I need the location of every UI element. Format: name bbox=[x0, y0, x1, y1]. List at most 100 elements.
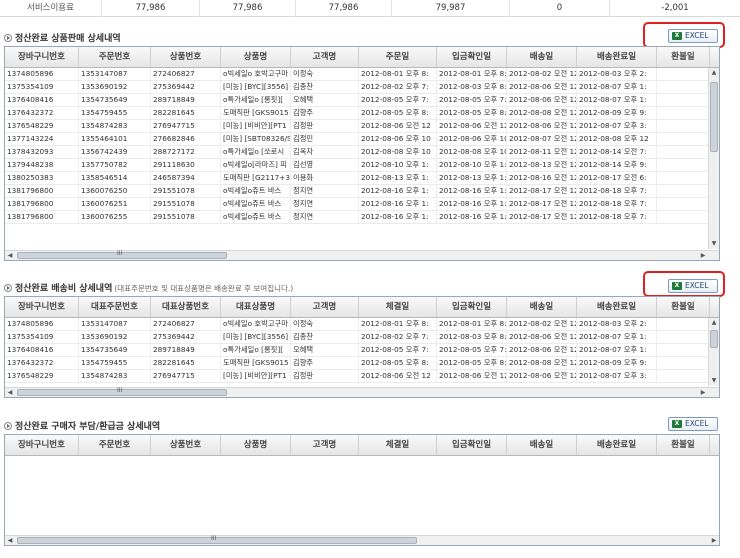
table-row[interactable]: 1376408416 1354735649 289718849 o특가세일o [롱핏]… bbox=[5, 94, 719, 107]
table-cell bbox=[657, 146, 710, 158]
scroll-left-icon[interactable]: ◀ bbox=[5, 251, 15, 260]
table-cell: 1375354109 bbox=[5, 331, 79, 343]
column-header[interactable]: 대표주문번호 bbox=[79, 297, 151, 317]
column-header[interactable]: 주문번호 bbox=[79, 47, 151, 67]
table-cell: 2012-08-01 오후 8: bbox=[359, 68, 437, 80]
scroll-thumb[interactable] bbox=[710, 330, 718, 348]
column-header[interactable]: 배송일 bbox=[507, 435, 577, 455]
table-row[interactable]: 1377143224 1355464101 276682846 [미농] [SBT08… bbox=[5, 133, 719, 146]
section-note: (대표주문번호 및 대표상품명은 배송완료 후 보여집니다.) bbox=[114, 284, 294, 293]
table-row[interactable]: 1376408416 1354735649 289718849 o특가세일o [롱핏]… bbox=[5, 344, 719, 357]
column-header[interactable]: 입금확인일 bbox=[437, 435, 507, 455]
horizontal-scrollbar[interactable]: ◀ III ▶ bbox=[5, 250, 719, 260]
summary-value: 79,987 bbox=[392, 0, 510, 17]
table-row[interactable]: 1374805896 1353147087 272406827 o빅세일o 호박고구마… bbox=[5, 68, 719, 81]
scroll-left-icon[interactable]: ◀ bbox=[5, 388, 15, 397]
scroll-right-icon[interactable]: ▶ bbox=[709, 536, 719, 545]
table-cell: 2012-08-18 오후 7: bbox=[577, 211, 657, 223]
table-cell: 276682846 bbox=[151, 133, 221, 145]
column-header[interactable]: 입금확인일 bbox=[437, 47, 507, 67]
scroll-thumb[interactable] bbox=[710, 82, 718, 152]
column-header[interactable]: 장바구니번호 bbox=[5, 297, 79, 317]
table-row[interactable]: 1381796800 1360076251 291551078 o빅세일o쥬트 바스 정… bbox=[5, 198, 719, 211]
table-row[interactable]: 1379448238 1357750782 291118630 o빅세일o[라마즈] … bbox=[5, 159, 719, 172]
highlight-box bbox=[643, 271, 725, 297]
table-cell: 2012-08-03 오후 8: bbox=[439, 81, 507, 93]
table-row[interactable]: 1381796800 1360076250 291551078 o빅세일o쥬트 바스 정… bbox=[5, 185, 719, 198]
table-cell: 2012-08-13 오후 1: bbox=[359, 172, 437, 184]
table-cell bbox=[657, 370, 710, 382]
table-cell: 1353147087 bbox=[79, 318, 151, 330]
horizontal-scrollbar[interactable]: ◀ III ▶ bbox=[5, 387, 719, 397]
scroll-right-icon[interactable]: ▶ bbox=[698, 388, 708, 397]
horizontal-scrollbar[interactable]: ◀ III ▶ bbox=[5, 535, 719, 545]
table-cell: 2012-08-05 오후 8: bbox=[439, 107, 507, 119]
table-row[interactable]: 1378432093 1356742439 288727172 o특가세일o [쏘로시… bbox=[5, 146, 719, 159]
table-row[interactable]: 1376548229 1354874283 276947715 [미농] [비비안][… bbox=[5, 370, 719, 383]
table-cell bbox=[657, 318, 710, 330]
table-cell: 1376408416 bbox=[5, 344, 79, 356]
column-header[interactable]: 배송일 bbox=[507, 297, 577, 317]
column-header[interactable]: 고객명 bbox=[291, 297, 359, 317]
column-header[interactable]: 환불일 bbox=[657, 297, 710, 317]
column-header[interactable]: 주문번호 bbox=[79, 435, 151, 455]
table-row[interactable]: 1376432372 1354759455 282281645 도매직판 [GKS90… bbox=[5, 107, 719, 120]
column-header[interactable]: 배송완료일 bbox=[577, 47, 657, 67]
table-cell bbox=[657, 344, 710, 356]
column-header[interactable]: 대표상품명 bbox=[221, 297, 291, 317]
table-row[interactable]: 1376432372 1354759455 282281645 도매직판 [GKS90… bbox=[5, 357, 719, 370]
table-cell: 2012-08-03 오후 2: bbox=[577, 68, 657, 80]
grip-icon: III bbox=[211, 535, 217, 542]
section-title-text: 정산완료 배송비 상세내역 bbox=[15, 284, 113, 294]
column-header[interactable]: 체결일 bbox=[359, 297, 437, 317]
scroll-up-icon[interactable]: ▲ bbox=[709, 318, 719, 328]
table-cell bbox=[657, 81, 710, 93]
scroll-down-icon[interactable]: ▼ bbox=[709, 376, 719, 386]
table-cell: 2012-08-08 오전 12 bbox=[509, 357, 577, 369]
column-header[interactable]: 대표상품번호 bbox=[151, 297, 221, 317]
column-header[interactable]: 고객명 bbox=[291, 435, 359, 455]
table-cell bbox=[657, 120, 710, 132]
vertical-scrollbar[interactable]: ▲ ▼ bbox=[708, 318, 719, 386]
column-header[interactable]: 상품명 bbox=[221, 435, 291, 455]
table-row[interactable]: 1375354109 1353690192 275369442 [미농] [BYC][… bbox=[5, 331, 719, 344]
column-header[interactable]: 상품명 bbox=[221, 47, 291, 67]
column-header[interactable]: 입금확인일 bbox=[437, 297, 507, 317]
column-header[interactable]: 배송일 bbox=[507, 47, 577, 67]
table-cell: o빅세일o 호박고구마 bbox=[221, 68, 291, 80]
column-header[interactable]: 배송완료일 bbox=[577, 297, 657, 317]
column-header[interactable]: 상품번호 bbox=[151, 435, 221, 455]
table-row[interactable]: 1376548229 1354874283 276947715 [미농] [비비안][… bbox=[5, 120, 719, 133]
column-header[interactable]: 고객명 bbox=[291, 47, 359, 67]
table-row[interactable]: 1381796800 1360076255 291551078 o빅세일o쥬트 바스 정… bbox=[5, 211, 719, 224]
table-row[interactable]: 1374805896 1353147087 272406827 o빅세일o 호박고구마… bbox=[5, 318, 719, 331]
table-cell: 이정숙 bbox=[291, 68, 359, 80]
scroll-thumb[interactable] bbox=[17, 537, 417, 544]
table-row[interactable]: 1375354109 1353690192 275369442 [미농] [BYC][… bbox=[5, 81, 719, 94]
column-header[interactable]: 장바구니번호 bbox=[5, 47, 79, 67]
column-header[interactable]: 배송완료일 bbox=[577, 435, 657, 455]
scroll-left-icon[interactable]: ◀ bbox=[5, 536, 15, 545]
column-header[interactable]: 장바구니번호 bbox=[5, 435, 79, 455]
table-cell bbox=[657, 68, 710, 80]
column-header[interactable]: 환불일 bbox=[657, 435, 710, 455]
vertical-scrollbar[interactable]: ▲ ▼ bbox=[708, 68, 719, 249]
table-cell: 2012-08-06 오전 12 bbox=[509, 120, 577, 132]
table-row[interactable]: 1380250383 1358546514 246587394 도매직판 [G2117… bbox=[5, 172, 719, 185]
table-cell: 2012-08-08 오후 10 bbox=[439, 146, 507, 158]
table-cell bbox=[657, 107, 710, 119]
table-cell: 2012-08-03 오후 2: bbox=[577, 318, 657, 330]
column-header[interactable]: 환불일 bbox=[657, 47, 710, 67]
column-header[interactable]: 주문일 bbox=[359, 47, 437, 67]
table-cell: 272406827 bbox=[151, 68, 221, 80]
column-header[interactable]: 체결일 bbox=[359, 435, 437, 455]
scroll-up-icon[interactable]: ▲ bbox=[709, 68, 719, 78]
excel-export-button[interactable]: X EXCEL bbox=[668, 417, 718, 431]
section-header-sales: 정산완료 상품판매 상세내역 X EXCEL bbox=[0, 28, 740, 46]
highlight-box bbox=[643, 22, 725, 48]
column-header[interactable]: 상품번호 bbox=[151, 47, 221, 67]
scroll-down-icon[interactable]: ▼ bbox=[709, 239, 719, 249]
table-cell: 김옥자 bbox=[291, 146, 359, 158]
scroll-right-icon[interactable]: ▶ bbox=[698, 251, 708, 260]
grip-icon: III bbox=[117, 387, 123, 394]
